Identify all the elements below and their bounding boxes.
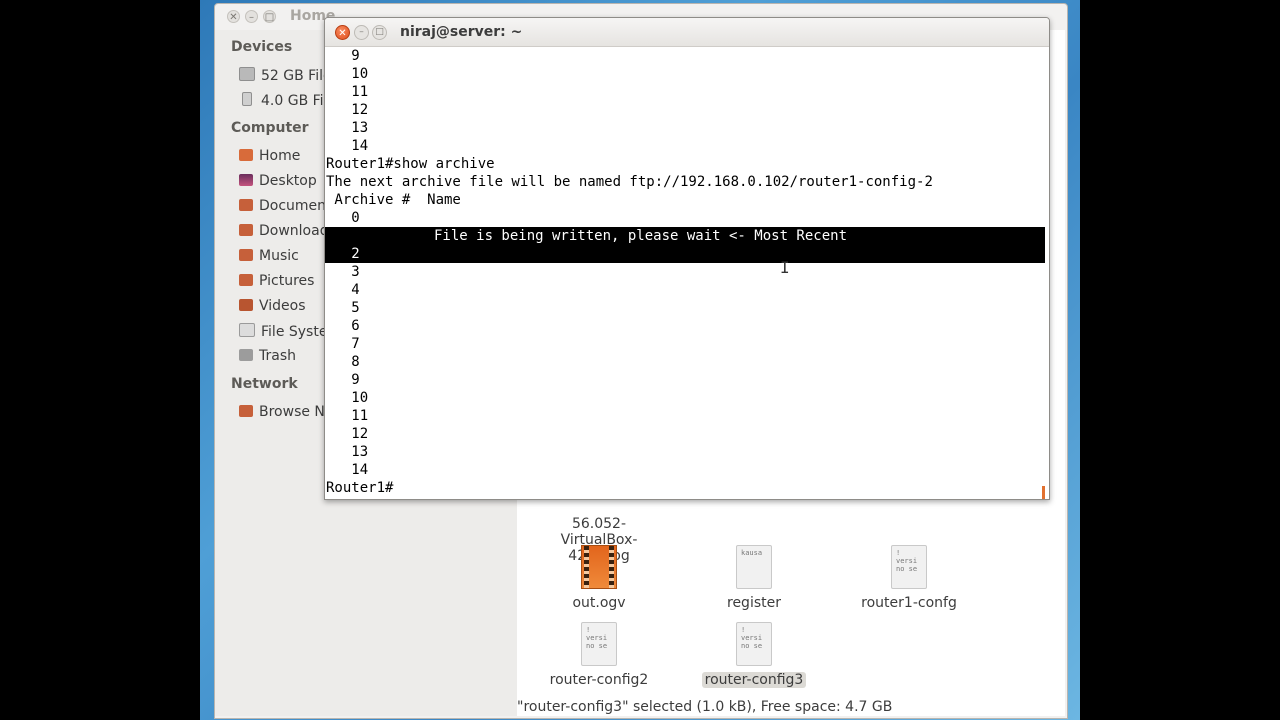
harddisk-icon (239, 67, 255, 81)
terminal-line: 4 (326, 282, 360, 298)
sidebar-item-label: Music (259, 248, 299, 264)
file-item-register[interactable]: kausa register (689, 545, 819, 611)
music-folder-icon (239, 249, 253, 261)
file-item-router1-confg[interactable]: ! versi no se router1-confg (844, 545, 974, 611)
sidebar-item-music[interactable]: Music (239, 248, 299, 264)
close-icon[interactable]: ✕ (227, 10, 240, 23)
terminal-line: 14 (326, 462, 369, 478)
sidebar-item-downloads[interactable]: Download (239, 223, 329, 239)
terminal-line: The next archive file will be named ftp:… (326, 174, 933, 190)
sidebar-item-label: File Syster (261, 324, 334, 340)
desktop-background: ✕ – □ Home ch Devices 52 GB File 4.0 GB … (200, 0, 1080, 720)
sidebar-item-pictures[interactable]: Pictures (239, 273, 314, 289)
video-file-icon (581, 545, 617, 589)
maximize-icon[interactable]: □ (263, 10, 276, 23)
terminal-line: 1 : (326, 228, 428, 244)
file-label: register (727, 595, 781, 611)
terminal-line: 13 (326, 120, 369, 136)
sidebar-item-label: Download (259, 223, 329, 239)
terminal-line: 7 (326, 336, 360, 352)
terminal-line: 5 (326, 300, 360, 316)
terminal-titlebar[interactable]: ✕ – □ niraj@server: ~ (325, 18, 1049, 47)
sidebar-item-documents[interactable]: Documen (239, 198, 326, 214)
network-icon (239, 405, 253, 417)
terminal-line: 6 (326, 318, 360, 334)
sidebar-item-label: Trash (259, 348, 296, 364)
file-label: router-config3 (701, 672, 807, 688)
terminal-line: 9 (326, 372, 360, 388)
maximize-icon[interactable]: □ (372, 25, 387, 40)
computer-heading: Computer (231, 120, 309, 136)
file-item-router-config3[interactable]: ! versi no se router-config3 (689, 622, 819, 688)
scrollbar[interactable] (1042, 486, 1045, 499)
file-label: out.ogv (572, 595, 626, 611)
sidebar-item-label: 52 GB File (261, 68, 332, 84)
sidebar-item-52gb[interactable]: 52 GB File (239, 67, 332, 84)
usb-drive-icon (242, 92, 252, 106)
sidebar-item-4gb[interactable]: 4.0 GB File (239, 92, 336, 109)
network-heading: Network (231, 376, 298, 392)
text-file-icon: ! versi no se (736, 622, 772, 666)
terminal-line: 11 (326, 84, 369, 100)
videos-folder-icon (239, 299, 253, 311)
terminal-line: 9 (326, 48, 360, 64)
terminal-line: 3 (326, 264, 360, 280)
terminal-line: 12 (326, 102, 369, 118)
sidebar-item-label: Browse Ne (259, 404, 334, 420)
terminal-title: niraj@server: ~ (400, 24, 523, 40)
sidebar-item-desktop[interactable]: Desktop (239, 173, 317, 189)
terminal-line: 13 (326, 444, 369, 460)
status-bar: "router-config3" selected (1.0 kB), Free… (517, 699, 893, 715)
selected-text: File is being written, please wait <- Mo… (434, 228, 848, 244)
sidebar-item-network[interactable]: Browse Ne (239, 404, 334, 420)
file-label: router-config2 (549, 672, 649, 688)
terminal-line: Archive # Name (326, 192, 461, 208)
sidebar-item-label: Videos (259, 298, 306, 314)
home-folder-icon (239, 149, 253, 161)
file-label: router1-confg (861, 595, 957, 611)
file-item-out-ogv[interactable]: out.ogv (534, 545, 664, 611)
devices-heading: Devices (231, 39, 293, 55)
terminal-line: 14 (326, 138, 369, 154)
terminal-line: 10 (326, 390, 369, 406)
terminal-window[interactable]: ✕ – □ niraj@server: ~ 9 10 11 12 13 14 R… (324, 17, 1050, 500)
sidebar-item-videos[interactable]: Videos (239, 298, 306, 314)
text-file-icon: ! versi no se (581, 622, 617, 666)
filesystem-icon (239, 323, 255, 337)
minimize-icon[interactable]: – (245, 10, 258, 23)
selection-highlight (325, 245, 1045, 263)
terminal-prompt: Router1# (326, 480, 394, 496)
downloads-folder-icon (239, 224, 253, 236)
sidebar-item-label: Documen (259, 198, 327, 214)
terminal-line: 11 (326, 408, 369, 424)
text-file-icon: kausa (736, 545, 772, 589)
text-file-icon: ! versi no se (891, 545, 927, 589)
close-icon[interactable]: ✕ (335, 25, 350, 40)
sidebar-item-label: Desktop (259, 173, 317, 189)
terminal-line: 2 (326, 246, 360, 262)
sidebar-item-filesystem[interactable]: File Syster (239, 323, 333, 340)
terminal-line: 0 (326, 210, 360, 226)
terminal-output[interactable]: 9 10 11 12 13 14 Router1#show archive Th… (325, 46, 1045, 499)
desktop-folder-icon (239, 174, 253, 186)
pictures-folder-icon (239, 274, 253, 286)
terminal-line: 12 (326, 426, 369, 442)
minimize-icon[interactable]: – (354, 25, 369, 40)
text-cursor-icon: I (780, 258, 790, 277)
terminal-line: 8 (326, 354, 360, 370)
terminal-line: Router1#show archive (326, 156, 495, 172)
sidebar-item-label: Home (259, 148, 301, 164)
file-item-router-config2[interactable]: ! versi no se router-config2 (534, 622, 664, 688)
sidebar-item-home[interactable]: Home (239, 148, 300, 164)
documents-folder-icon (239, 199, 253, 211)
sidebar-item-label: Pictures (259, 273, 315, 289)
trash-icon (239, 349, 253, 361)
terminal-line: 10 (326, 66, 369, 82)
sidebar-item-trash[interactable]: Trash (239, 348, 296, 364)
